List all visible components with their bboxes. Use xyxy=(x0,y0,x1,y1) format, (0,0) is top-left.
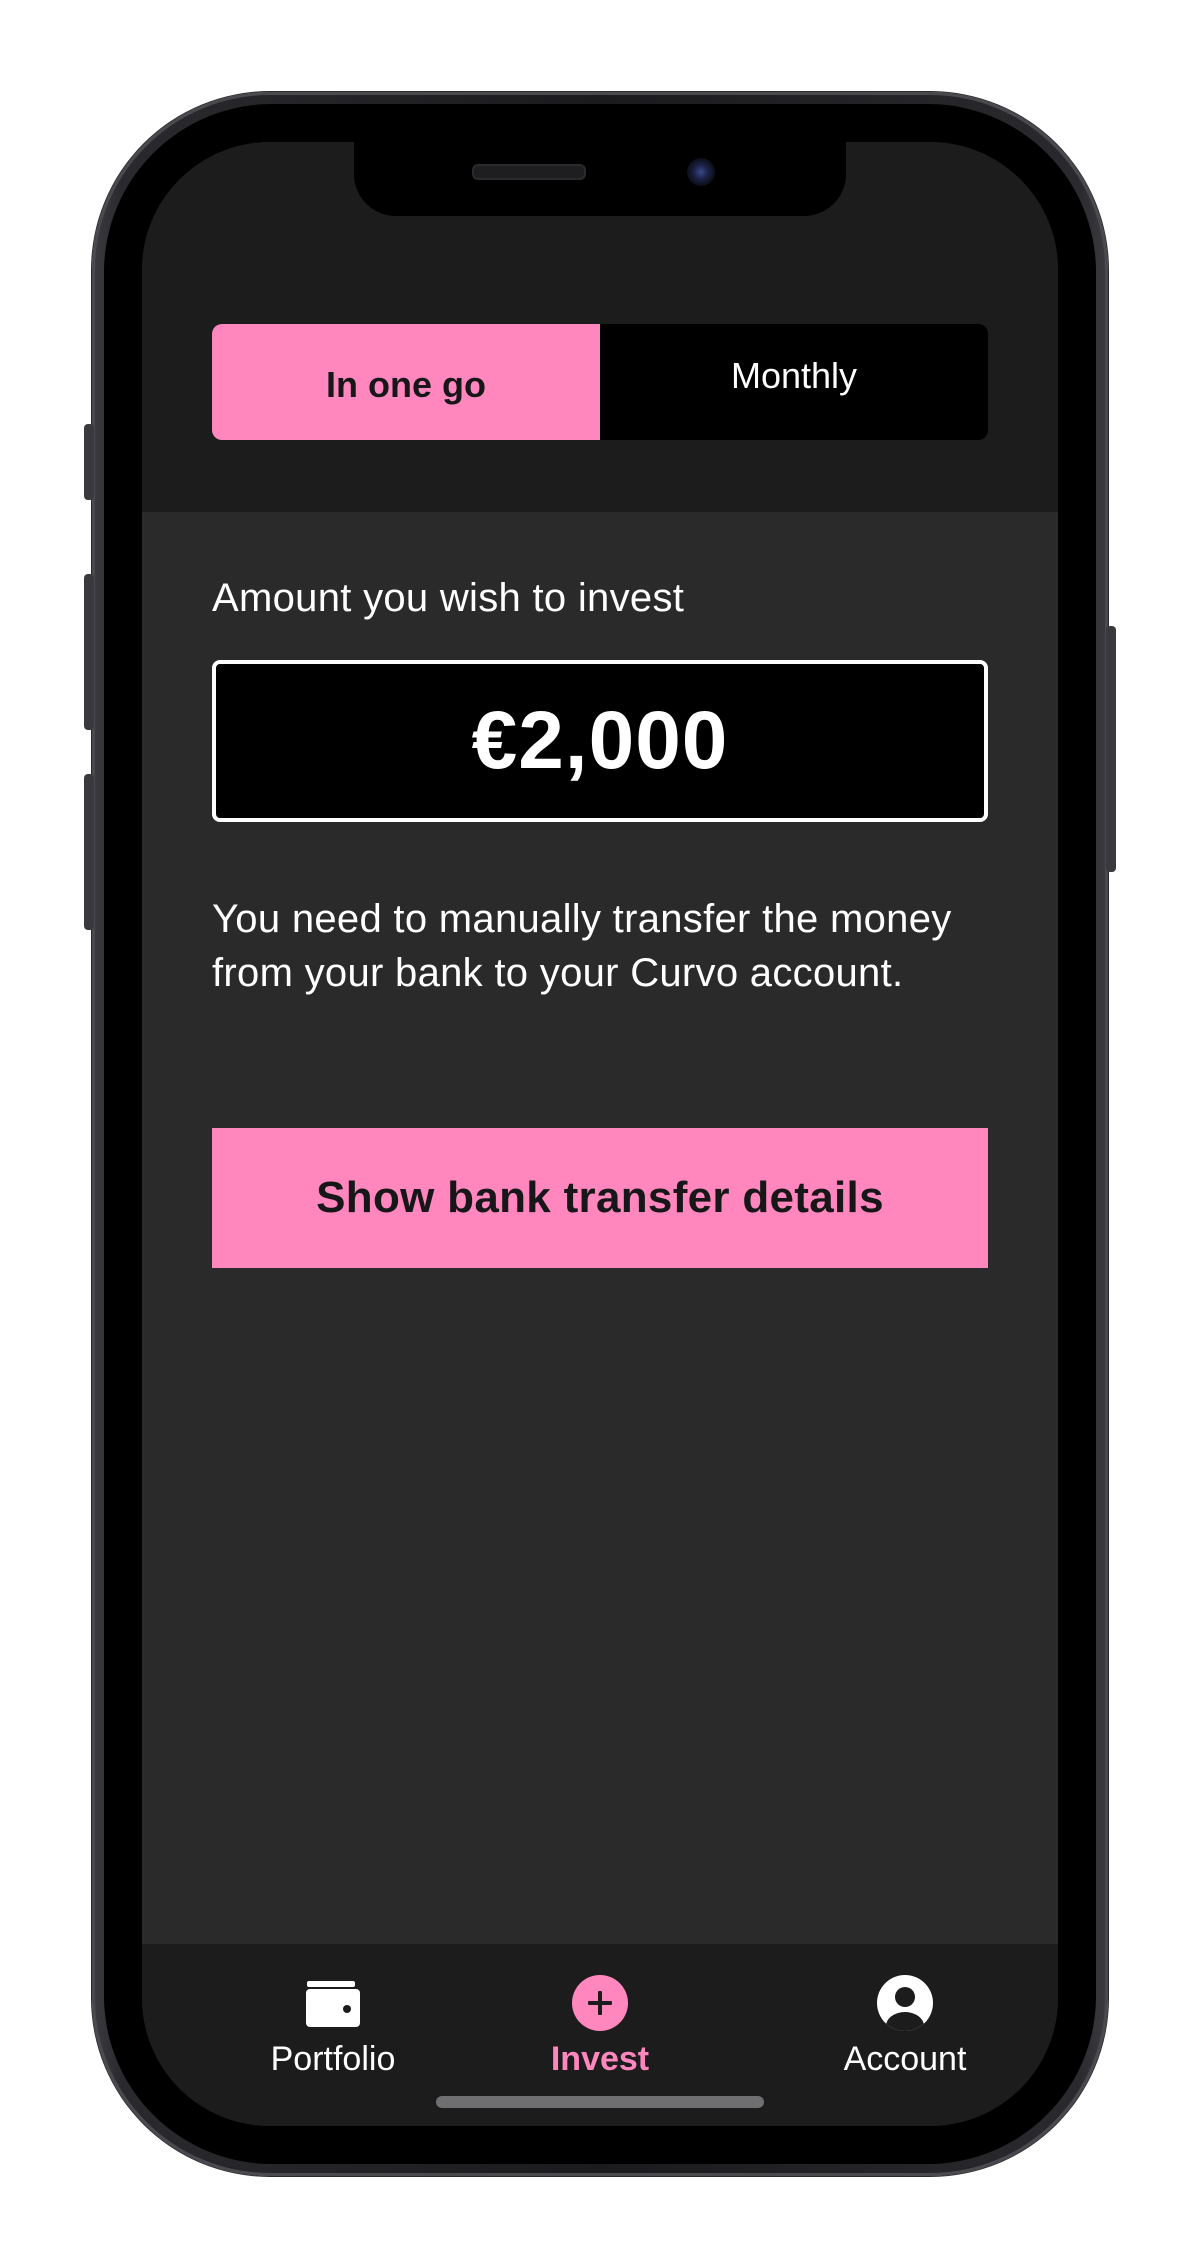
cta-label: Show bank transfer details xyxy=(316,1173,884,1222)
investment-frequency-toggle: In one go Monthly xyxy=(212,324,988,440)
app-screen: In one go Monthly Amount you wish to inv… xyxy=(142,142,1058,2126)
speaker-grille xyxy=(472,164,586,180)
nav-label-account: Account xyxy=(843,2040,967,2078)
segment-in-one-go[interactable]: In one go xyxy=(212,324,600,440)
front-camera xyxy=(687,158,715,186)
segment-in-one-go-label: In one go xyxy=(326,364,486,405)
manual-transfer-notice: You need to manually transfer the money … xyxy=(212,897,952,995)
notch xyxy=(354,142,846,216)
segment-monthly[interactable]: Monthly xyxy=(600,324,988,440)
home-indicator xyxy=(436,2096,764,2108)
volume-up-button xyxy=(84,574,94,730)
bottom-nav: Portfolio Invest Account xyxy=(142,1944,1058,2126)
plus-circle-icon xyxy=(572,1975,628,2031)
volume-down-button xyxy=(84,774,94,930)
power-button xyxy=(1106,626,1116,872)
nav-item-account[interactable]: Account xyxy=(795,1974,1015,2079)
nav-item-portfolio[interactable]: Portfolio xyxy=(223,1974,443,2079)
wallet-icon xyxy=(306,1981,360,2027)
amount-label: Amount you wish to invest xyxy=(212,576,685,620)
user-circle-icon xyxy=(877,1975,933,2031)
amount-input[interactable] xyxy=(216,694,984,788)
nav-label-portfolio: Portfolio xyxy=(270,2040,396,2078)
segment-monthly-label: Monthly xyxy=(730,355,858,396)
silent-switch xyxy=(84,424,94,500)
nav-item-invest[interactable]: Invest xyxy=(490,1974,710,2079)
nav-label-invest: Invest xyxy=(550,2040,650,2078)
show-bank-transfer-details-button[interactable]: Show bank transfer details xyxy=(212,1128,988,1268)
amount-field[interactable] xyxy=(212,660,988,822)
